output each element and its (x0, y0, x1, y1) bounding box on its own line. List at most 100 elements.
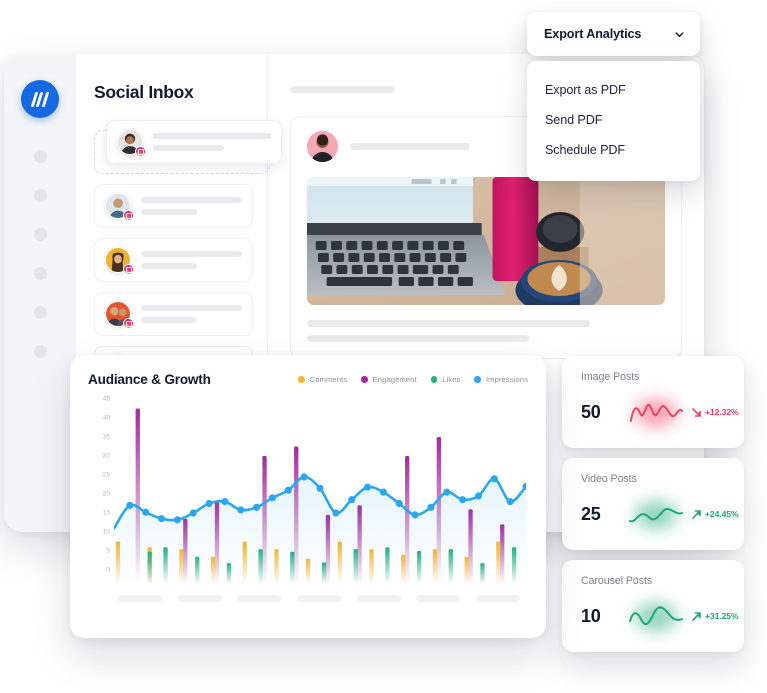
chart-y-axis: 0 5 10 15 20 25 30 35 40 45 (88, 395, 110, 584)
legend-label: Engagement (372, 375, 417, 384)
avatar (117, 129, 146, 157)
stat-card-carousel-posts[interactable]: Carousel Posts 10 +31.25% (562, 560, 744, 652)
y-axis-tick: 40 (102, 414, 110, 422)
trend-value: +24.45% (705, 509, 739, 519)
instagram-badge-icon (135, 146, 146, 157)
screenshot-stage: Social Inbox Export Analytics Export as … (0, 0, 767, 693)
audience-growth-chart-card: Audiance & Growth Comments Engagement Li… (70, 355, 546, 638)
export-analytics-label: Export Analytics (544, 27, 642, 41)
instagram-badge-icon (123, 264, 134, 275)
sparkline-chart (627, 497, 685, 531)
export-menu: Export as PDF Send PDF Schedule PDF (527, 61, 700, 181)
x-axis-label-placeholder (356, 595, 401, 602)
stat-label: Carousel Posts (581, 575, 653, 587)
menu-item-schedule-pdf[interactable]: Schedule PDF (527, 135, 700, 165)
sidebar-nav-item[interactable] (33, 189, 47, 202)
brand-logo-icon[interactable] (21, 80, 59, 118)
avatar (307, 131, 338, 162)
list-item[interactable] (94, 292, 253, 336)
legend-item-impressions[interactable]: Impressions (474, 375, 528, 384)
skeleton-line (141, 305, 242, 311)
legend-item-engagement[interactable]: Engagement (361, 375, 417, 384)
sidebar-nav-list (33, 150, 47, 358)
chart-legend: Comments Engagement Likes Impressions (298, 375, 528, 384)
sidebar-nav-item[interactable] (33, 150, 47, 163)
stat-value: 10 (581, 605, 601, 626)
stat-card-video-posts[interactable]: Video Posts 25 +24.45% (562, 458, 744, 550)
trend-value: +12.32% (705, 407, 739, 417)
avatar (105, 247, 134, 275)
chart-plot-area: 0 5 10 15 20 25 30 35 40 45 (88, 395, 530, 602)
legend-item-likes[interactable]: Likes (430, 375, 461, 384)
legend-label: Comments (309, 375, 348, 384)
chevron-down-icon (675, 31, 684, 37)
y-axis-tick: 5 (106, 547, 110, 555)
skeleton-line (350, 143, 470, 150)
menu-item-send-pdf[interactable]: Send PDF (527, 105, 700, 135)
skeleton-line (141, 263, 197, 269)
skeleton-line (307, 320, 590, 327)
sparkline-chart (627, 395, 685, 429)
stat-value: 50 (581, 401, 601, 422)
avatar (105, 193, 134, 221)
skeleton-line (153, 133, 271, 139)
trend-indicator: +12.32% (692, 407, 739, 417)
stat-label: Video Posts (581, 473, 637, 485)
legend-dot (298, 376, 305, 383)
legend-dot (361, 376, 368, 383)
export-analytics-dropdown: Export Analytics Export as PDF Send PDF … (527, 12, 700, 181)
skeleton-line (153, 145, 224, 151)
arrow-up-right-icon (692, 611, 701, 621)
y-axis-tick: 30 (102, 452, 110, 460)
y-axis-tick: 45 (102, 395, 110, 403)
arrow-up-right-icon (692, 509, 701, 519)
sidebar-nav-item[interactable] (33, 267, 47, 280)
legend-label: Impressions (485, 375, 528, 384)
y-axis-tick: 0 (106, 566, 110, 574)
stat-label: Image Posts (581, 371, 640, 383)
skeleton-line (141, 197, 242, 203)
x-axis-label-placeholder (237, 595, 282, 602)
avatar (105, 301, 134, 329)
skeleton-line (141, 209, 197, 215)
list-item[interactable] (94, 184, 253, 228)
chart-canvas (112, 399, 530, 584)
instagram-badge-icon (123, 210, 134, 221)
y-axis-tick: 25 (102, 471, 110, 479)
skeleton-line (141, 317, 197, 323)
skeleton-line (290, 86, 395, 93)
post-image (307, 177, 665, 305)
list-item[interactable] (106, 120, 282, 164)
x-axis-label-placeholder (416, 595, 461, 602)
y-axis-tick: 10 (102, 528, 110, 536)
x-axis-label-placeholder (177, 595, 222, 602)
export-analytics-button[interactable]: Export Analytics (527, 12, 700, 56)
inbox-title: Social Inbox (94, 82, 194, 102)
menu-item-export-as-pdf[interactable]: Export as PDF (527, 75, 700, 105)
x-axis-label-placeholder (475, 595, 520, 602)
legend-item-comments[interactable]: Comments (298, 375, 347, 384)
list-item[interactable] (94, 238, 253, 282)
chart-title: Audiance & Growth (88, 372, 211, 387)
sidebar-nav-item[interactable] (33, 306, 47, 319)
stat-value: 25 (581, 503, 601, 524)
legend-label: Likes (442, 375, 461, 384)
inbox-list (94, 120, 282, 390)
y-axis-tick: 15 (102, 509, 110, 517)
trend-value: +31.25% (705, 611, 739, 621)
x-axis-label-placeholder (296, 595, 341, 602)
arrow-down-right-icon (692, 407, 701, 417)
y-axis-tick: 35 (102, 433, 110, 441)
chart-x-axis-labels (118, 595, 520, 602)
y-axis-tick: 20 (102, 490, 110, 498)
sidebar-nav-item[interactable] (33, 345, 47, 358)
sidebar-rail (4, 54, 76, 532)
trend-indicator: +24.45% (692, 509, 739, 519)
skeleton-line (307, 335, 529, 342)
skeleton-line (141, 251, 242, 257)
sparkline-chart (627, 599, 685, 633)
stat-card-image-posts[interactable]: Image Posts 50 +12.32% (562, 356, 744, 448)
trend-indicator: +31.25% (692, 611, 739, 621)
sidebar-nav-item[interactable] (33, 228, 47, 241)
instagram-badge-icon (123, 318, 134, 329)
